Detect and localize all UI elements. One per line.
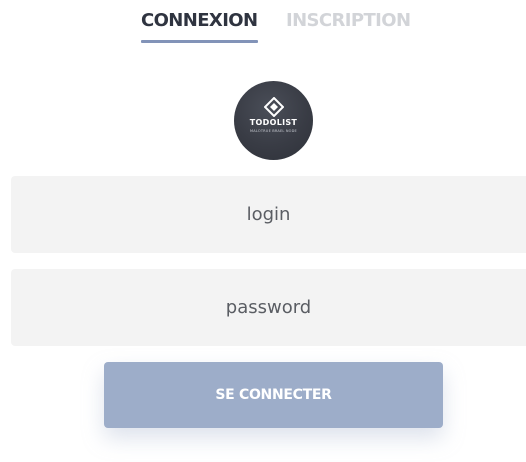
auth-tabs: CONNEXION INSCRIPTION — [0, 10, 526, 50]
app-logo: TODOLIST MALOTRUE BRAEL NODE — [234, 81, 313, 160]
login-input[interactable] — [11, 176, 526, 253]
active-tab-underline — [141, 40, 258, 43]
tab-connexion[interactable]: CONNEXION — [141, 10, 258, 31]
login-page: CONNEXION INSCRIPTION TODOLIST MALOTRUE … — [0, 0, 526, 462]
logo-title: TODOLIST — [249, 118, 298, 127]
diamond-logo-icon — [264, 97, 284, 117]
se-connecter-button[interactable]: SE CONNECTER — [104, 362, 443, 428]
tab-inscription[interactable]: INSCRIPTION — [286, 10, 411, 31]
password-input[interactable] — [11, 269, 526, 346]
logo-tagline: MALOTRUE BRAEL NODE — [250, 129, 297, 133]
